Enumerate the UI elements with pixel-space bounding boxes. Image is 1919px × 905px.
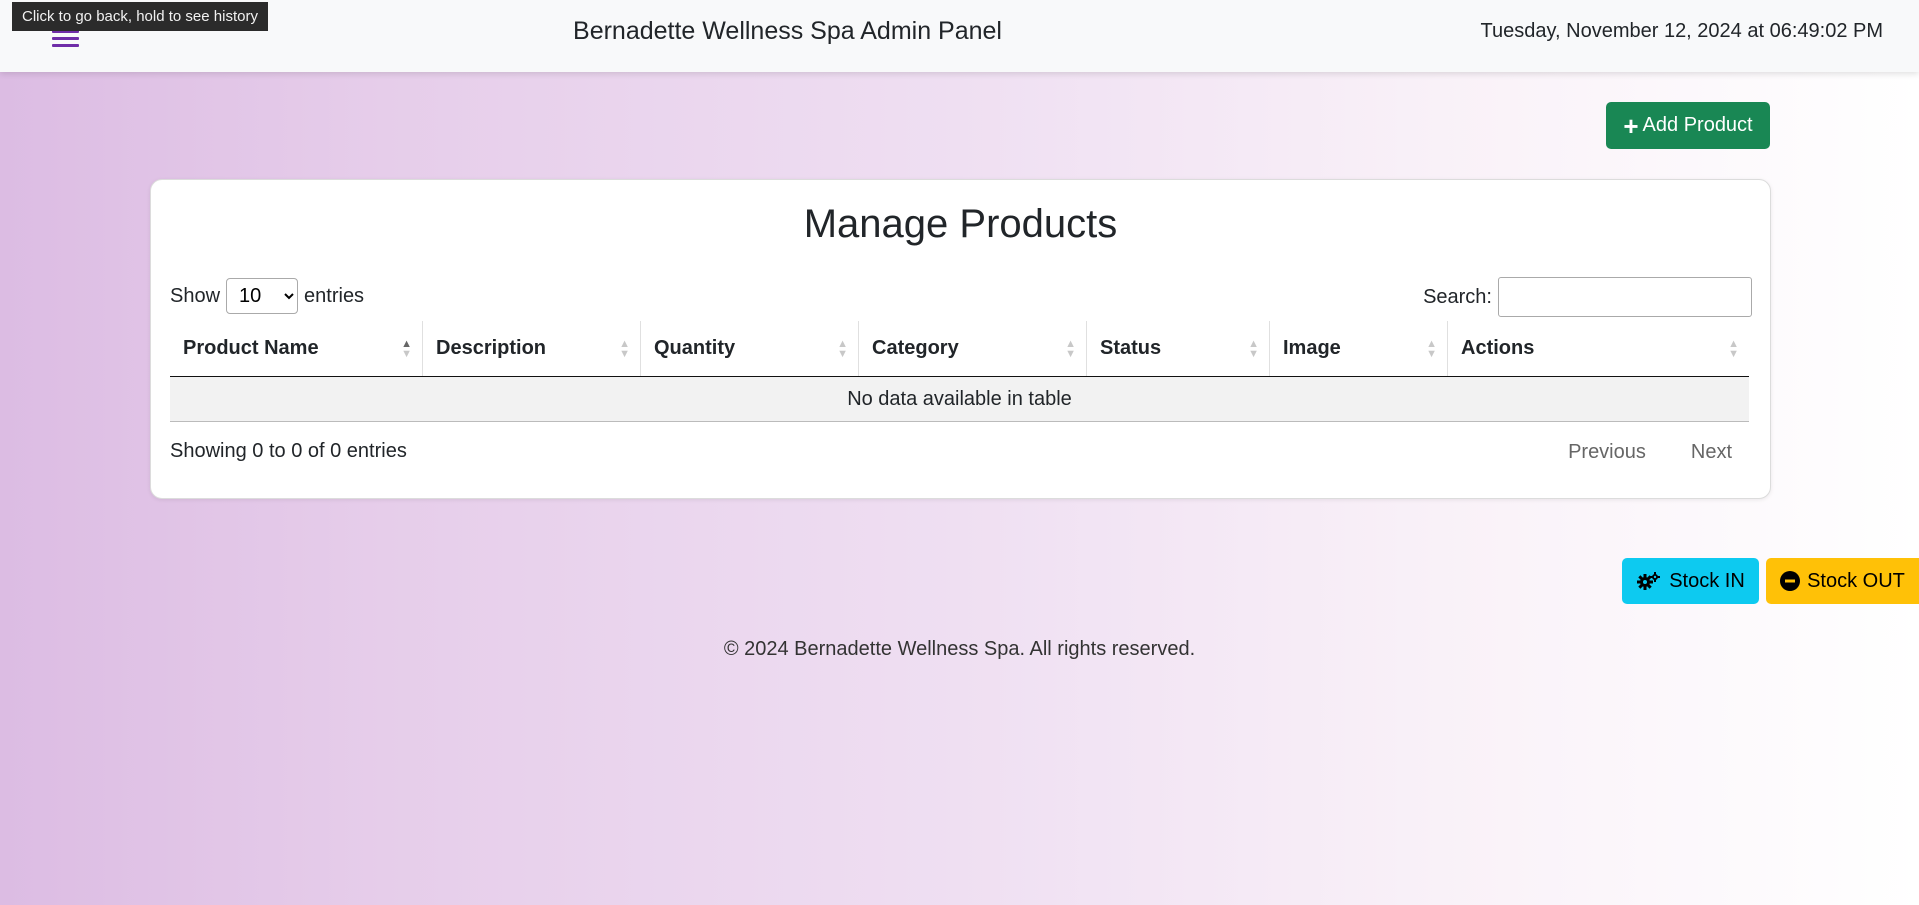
column-header-actions[interactable]: Actions ▲ ▼ (1447, 321, 1749, 377)
sort-icon: ▲ ▼ (401, 337, 412, 360)
add-product-button[interactable]: + Add Product (1606, 102, 1770, 149)
app-title: Bernadette Wellness Spa Admin Panel (573, 17, 1002, 45)
products-table: Product Name ▲ ▼ Description ▲ ▼ Quantity … (170, 321, 1749, 422)
footer-copyright: © 2024 Bernadette Wellness Spa. All righ… (723, 638, 1196, 660)
top-navbar: Click to go back, hold to see history Be… (0, 0, 1919, 72)
table-info: Showing 0 to 0 of 0 entries (170, 440, 407, 462)
sort-icon: ▲ ▼ (1065, 337, 1076, 360)
sort-icon: ▲ ▼ (1426, 337, 1437, 360)
column-header-quantity[interactable]: Quantity ▲ ▼ (640, 321, 859, 377)
entries-length-control: Show 10 entries (170, 278, 364, 314)
stock-out-label: Stock OUT (1807, 569, 1905, 592)
pagination: Previous Next (1568, 441, 1732, 464)
sort-icon: ▲ ▼ (619, 337, 630, 360)
length-suffix: entries (304, 284, 365, 307)
sort-icon: ▲ ▼ (1728, 337, 1739, 360)
search-label: Search: (1423, 285, 1492, 308)
page-title: Manage Products (803, 202, 1118, 246)
column-header-product-name[interactable]: Product Name ▲ ▼ (170, 321, 423, 377)
gears-icon (1637, 572, 1661, 590)
sort-icon: ▲ ▼ (1248, 337, 1259, 360)
table-row: No data available in table (170, 376, 1749, 422)
datetime-display: Tuesday, November 12, 2024 at 06:49:02 P… (1480, 20, 1883, 42)
search-control: Search: (1423, 277, 1752, 317)
stock-out-button[interactable]: Stock OUT (1766, 558, 1919, 604)
products-card: Manage Products Show 10 entries Search: … (150, 179, 1771, 499)
search-input[interactable] (1498, 277, 1752, 317)
empty-table-message: No data available in table (170, 376, 1749, 422)
column-header-image[interactable]: Image ▲ ▼ (1269, 321, 1448, 377)
plus-icon: + (1623, 110, 1639, 141)
minus-circle-icon (1780, 571, 1801, 591)
column-header-description[interactable]: Description ▲ ▼ (422, 321, 641, 377)
column-header-category[interactable]: Category ▲ ▼ (858, 321, 1087, 377)
table-header-row: Product Name ▲ ▼ Description ▲ ▼ Quantity … (170, 321, 1749, 377)
next-page-button[interactable]: Next (1691, 441, 1732, 464)
stock-in-button[interactable]: Stock IN (1622, 558, 1759, 604)
column-header-status[interactable]: Status ▲ ▼ (1086, 321, 1270, 377)
add-product-label: Add Product (1642, 114, 1753, 136)
sort-icon: ▲ ▼ (837, 337, 848, 360)
stock-in-label: Stock IN (1669, 569, 1745, 592)
previous-page-button[interactable]: Previous (1568, 441, 1646, 464)
entries-select[interactable]: 10 (226, 278, 299, 314)
length-prefix: Show (170, 284, 221, 307)
